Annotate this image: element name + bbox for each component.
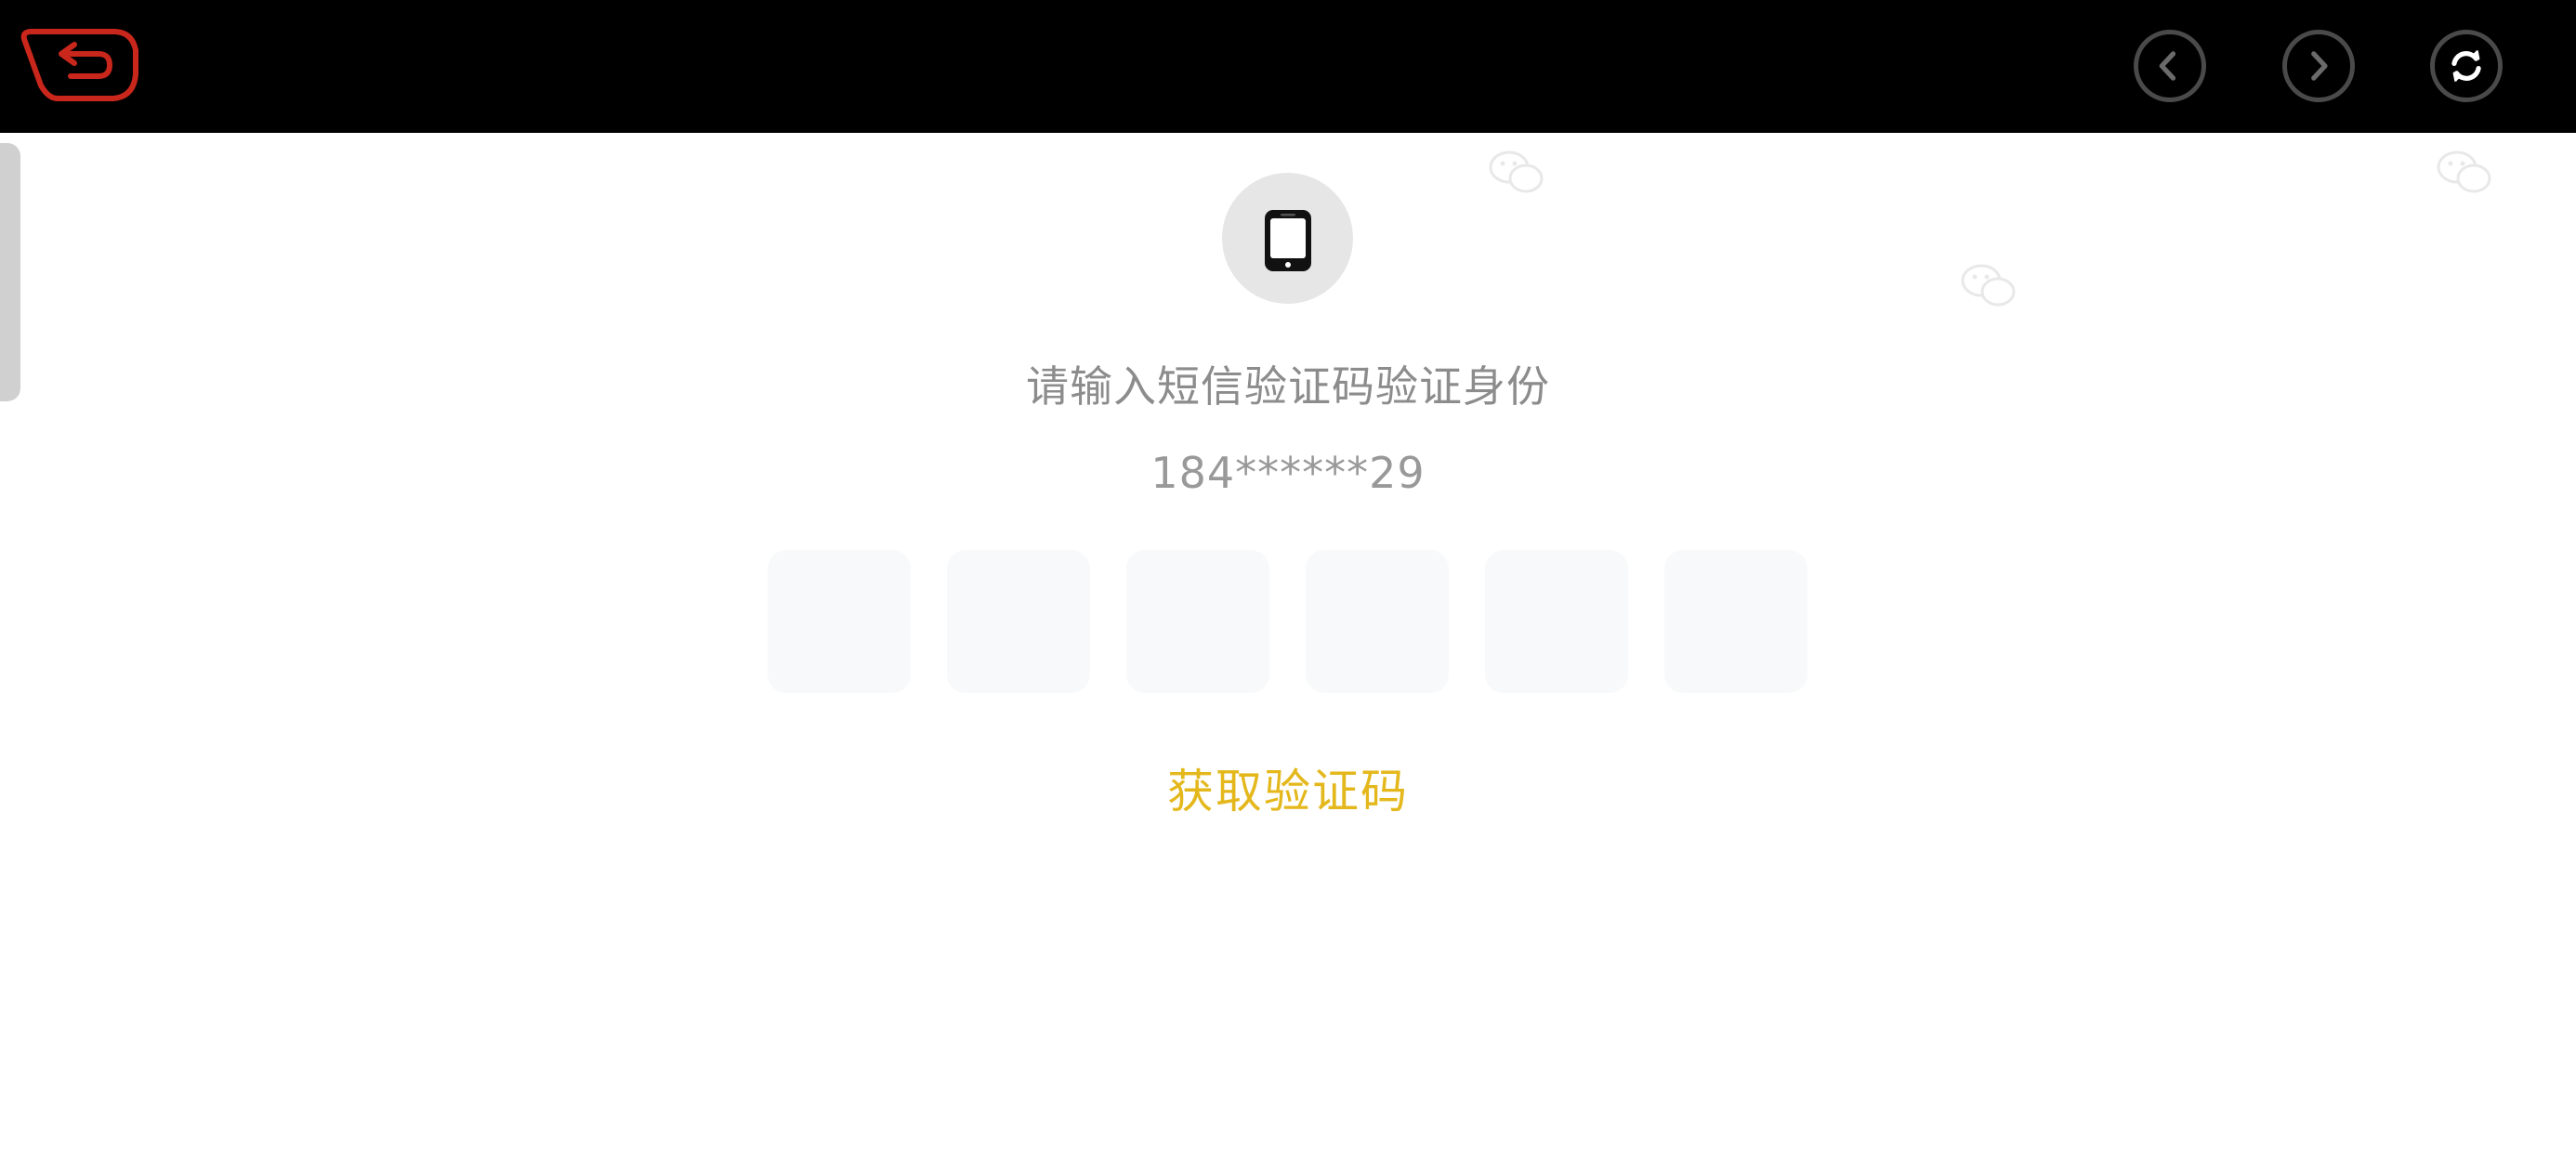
code-digit-4[interactable] [1306,550,1449,693]
wechat-icon [2437,151,2491,193]
chevron-left-icon [2159,51,2176,81]
back-arrow-icon [20,29,138,101]
mobile-phone-icon [1265,210,1311,271]
code-digit-3[interactable] [1126,550,1269,693]
get-code-button[interactable]: 获取验证码 [1167,765,1409,818]
back-nav-button[interactable] [2134,30,2206,102]
phone-badge [1222,173,1353,304]
top-toolbar [0,0,2576,133]
code-digit-5[interactable] [1485,550,1628,693]
forward-nav-button[interactable] [2282,30,2355,102]
refresh-button[interactable] [2430,30,2503,102]
refresh-icon [2451,50,2481,82]
wechat-icon [1961,264,2016,307]
chevron-right-icon [2311,51,2328,81]
get-code-row: 获取验证码 [0,754,2576,821]
verification-prompt: 请输入短信验证码验证身份 [1026,361,1550,412]
back-button[interactable] [17,26,141,104]
code-input-group [768,550,1808,693]
code-digit-2[interactable] [947,550,1090,693]
code-digit-6[interactable] [1664,550,1807,693]
masked-phone-number: 184******29 [1150,448,1426,498]
wechat-icon [1489,151,1544,193]
code-digit-1[interactable] [768,550,911,693]
